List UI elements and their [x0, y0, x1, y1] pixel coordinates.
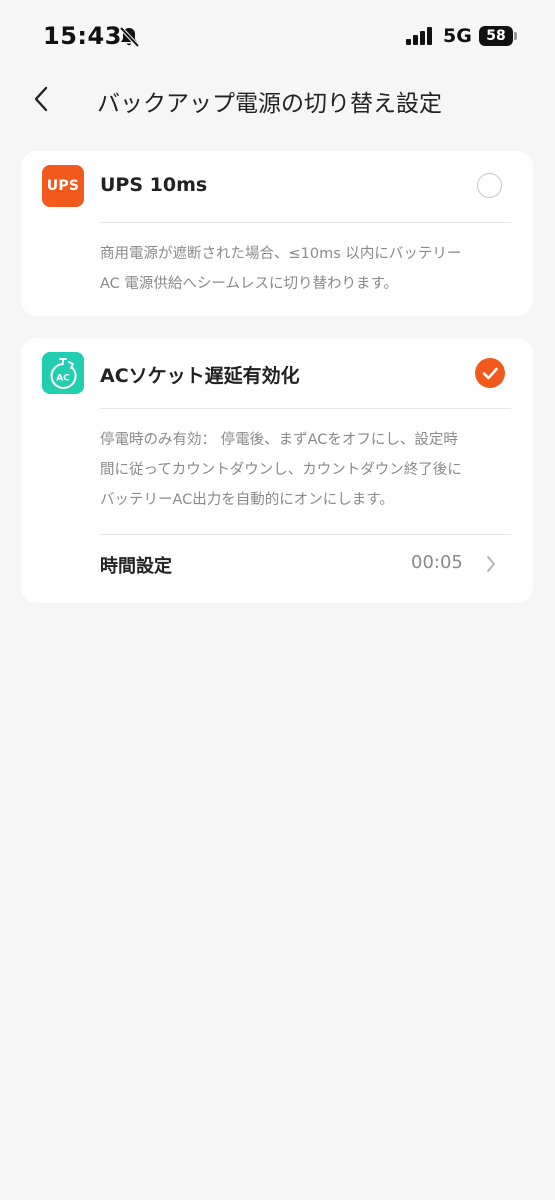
- header: バックアップ電源の切り替え設定: [0, 74, 555, 124]
- ac-radio-button[interactable]: [475, 358, 505, 388]
- divider: [100, 222, 511, 223]
- time-setting-label: 時間設定: [100, 556, 172, 577]
- signal-bars-icon: [406, 27, 432, 45]
- ac-option-description: 停電時のみ有効： 停電後、まずACをオフにし、設定時 間に従ってカウントダウンし…: [100, 425, 507, 515]
- stopwatch-icon: AC: [42, 352, 84, 394]
- ups-option-card[interactable]: UPS UPS 10ms 商用電源が遮断された場合、≤10ms 以内にバッテリー…: [21, 151, 533, 316]
- ups-option-header[interactable]: UPS UPS 10ms: [21, 151, 533, 223]
- battery-icon: 58: [479, 26, 513, 46]
- ac-option-title: ACソケット遅延有効化: [100, 365, 300, 387]
- status-bar: 15:43 5G 58: [0, 0, 555, 74]
- check-icon: [482, 367, 498, 380]
- network-type: 5G: [443, 25, 472, 47]
- description-line: バッテリーAC出力を自動的にオンにします。: [100, 492, 394, 508]
- ac-option-card[interactable]: AC ACソケット遅延有効化 停電時のみ有効： 停電後、まずACをオフにし、設定…: [21, 338, 533, 603]
- chevron-right-icon: [487, 556, 495, 572]
- ups-icon: UPS: [42, 165, 84, 207]
- time-setting-value: 00:05: [411, 552, 463, 573]
- bell-slash-icon: [119, 26, 140, 48]
- ups-radio-button[interactable]: [477, 173, 502, 198]
- stopwatch-icon-graphic: AC: [50, 358, 77, 389]
- ac-option-header[interactable]: AC ACソケット遅延有効化: [21, 338, 533, 410]
- time-setting-row[interactable]: 時間設定 00:05: [21, 534, 533, 596]
- description-line: 間に従ってカウントダウンし、カウントダウン終了後に: [100, 462, 462, 478]
- battery-tip: [514, 32, 517, 40]
- description-line: 商用電源が遮断された場合、≤10ms 以内にバッテリー: [100, 246, 462, 262]
- ups-option-description: 商用電源が遮断された場合、≤10ms 以内にバッテリー AC 電源供給へシームレ…: [100, 239, 507, 299]
- divider: [100, 408, 511, 409]
- back-button[interactable]: [28, 82, 58, 116]
- status-time: 15:43: [43, 22, 122, 50]
- description-line: 停電時のみ有効： 停電後、まずACをオフにし、設定時: [100, 432, 458, 448]
- page-title: バックアップ電源の切り替え設定: [97, 91, 442, 117]
- svg-text:AC: AC: [56, 374, 70, 384]
- ups-option-title: UPS 10ms: [100, 174, 208, 196]
- description-line: AC 電源供給へシームレスに切り替わります。: [100, 276, 399, 292]
